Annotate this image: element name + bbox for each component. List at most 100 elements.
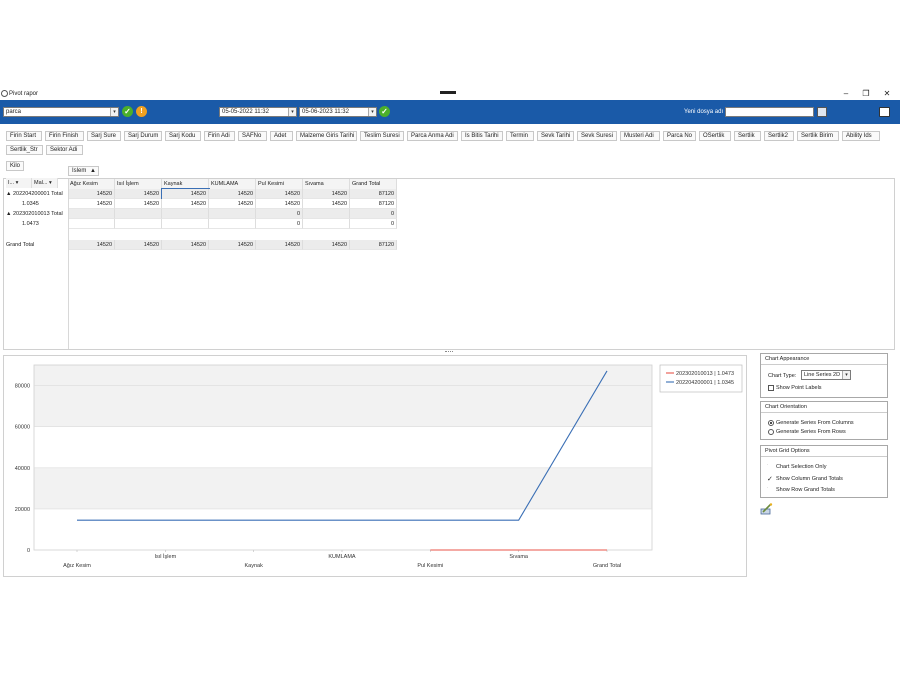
filter-field-chip[interactable]: Sarj Kodu — [165, 131, 201, 141]
column-header[interactable]: Sıvama — [303, 179, 350, 189]
warning-icon[interactable]: ! — [136, 106, 147, 117]
filter-field-chip[interactable]: OSertlik — [699, 131, 731, 141]
apply-check-icon[interactable]: ✓ — [122, 106, 133, 117]
table-cell[interactable]: 0 — [350, 219, 397, 229]
filter-field-chip[interactable]: SAFNo — [238, 131, 267, 141]
filter-field-chip[interactable]: Firin Finish — [45, 131, 84, 141]
selection-only-checkbox[interactable]: ˙ — [767, 464, 769, 470]
column-header[interactable]: Pul Kesimi — [256, 179, 303, 189]
table-cell[interactable]: 0 — [350, 209, 397, 219]
table-cell[interactable]: 14520 — [209, 189, 256, 199]
restore-button[interactable]: ❐ — [860, 89, 872, 99]
date-apply-check-icon[interactable]: ✓ — [379, 106, 390, 117]
filter-field-chip[interactable]: Ability Ids — [842, 131, 880, 141]
table-cell[interactable]: 14520 — [209, 240, 256, 250]
row-field-header[interactable]: Mal... ▾ — [32, 178, 58, 188]
printer-icon[interactable] — [879, 107, 890, 117]
table-cell[interactable] — [303, 219, 350, 229]
filter-field-chip[interactable]: Termin — [506, 131, 534, 141]
from-rows-radio[interactable] — [768, 429, 774, 435]
chevron-down-icon[interactable]: ▾ — [288, 108, 296, 116]
show-point-labels-checkbox[interactable] — [768, 385, 774, 391]
table-cell[interactable]: 14520 — [115, 240, 162, 250]
table-cell[interactable]: 14520 — [115, 199, 162, 209]
table-cell[interactable]: 0 — [256, 219, 303, 229]
row-header[interactable]: ▲ 202302010013 Total — [6, 209, 68, 219]
filter-field-chip[interactable]: Parca Anma Adi — [407, 131, 458, 141]
column-header[interactable]: Kaynak — [162, 179, 209, 189]
filter-field-chip[interactable]: Adet — [270, 131, 293, 141]
row-header[interactable]: Grand Total — [6, 240, 68, 250]
chart-type-select[interactable]: Line Series 2D ▾ — [801, 370, 851, 380]
table-cell[interactable] — [209, 209, 256, 219]
table-cell[interactable] — [115, 209, 162, 219]
table-cell[interactable]: 14520 — [256, 199, 303, 209]
main-combo[interactable]: parca ▾ — [3, 107, 119, 117]
table-cell[interactable] — [209, 219, 256, 229]
column-field-label: Islem — [72, 168, 87, 174]
filter-field-chip[interactable]: Sertlik — [734, 131, 761, 141]
filter-field-chip[interactable]: Is Bitis Tarihi — [461, 131, 503, 141]
window-drag-handle[interactable] — [440, 91, 456, 94]
date-to-picker[interactable]: 05-06-2023 11:32 ▾ — [299, 107, 377, 117]
filter-field-chip[interactable]: Sevk Tarihi — [537, 131, 574, 141]
chevron-down-icon[interactable]: ▾ — [110, 108, 118, 116]
filter-field-chip[interactable]: Sertlik Birim — [797, 131, 839, 141]
from-columns-radio[interactable] — [768, 420, 774, 426]
data-field-kilo[interactable]: Kilo — [6, 161, 25, 171]
table-cell[interactable] — [162, 209, 209, 219]
table-cell[interactable]: 87120 — [350, 199, 397, 209]
filter-field-chip[interactable]: Parca No — [663, 131, 696, 141]
check-icon[interactable]: ✓ — [767, 475, 773, 483]
table-cell[interactable] — [303, 209, 350, 219]
filter-field-chip[interactable]: Firin Adi — [204, 131, 235, 141]
table-cell[interactable]: 14520 — [115, 189, 162, 199]
minimize-button[interactable]: – — [840, 89, 852, 99]
table-cell[interactable]: 14520 — [209, 199, 256, 209]
column-field-islem[interactable]: Islem ▲ — [68, 166, 99, 176]
table-cell[interactable]: 0 — [256, 209, 303, 219]
filter-field-chip[interactable]: Teslim Suresi — [360, 131, 404, 141]
row-field-header[interactable]: I... ▾ — [6, 178, 32, 188]
filter-field-chip[interactable]: Malzeme Giris Tarihi — [296, 131, 357, 141]
chevron-down-icon[interactable]: ▾ — [842, 371, 850, 379]
table-cell[interactable]: 14520 — [68, 240, 115, 250]
filter-field-chip[interactable]: Sertlik2 — [764, 131, 794, 141]
chart-wizard-icon[interactable] — [760, 503, 773, 515]
date-from-picker[interactable]: 05-05-2022 11:32 ▾ — [219, 107, 297, 117]
table-cell[interactable]: 87120 — [350, 240, 397, 250]
table-cell[interactable] — [115, 219, 162, 229]
table-cell[interactable]: 14520 — [256, 189, 303, 199]
table-cell[interactable]: 14520 — [162, 199, 209, 209]
table-cell[interactable] — [68, 209, 115, 219]
filter-field-chip[interactable]: Firin Start — [6, 131, 42, 141]
table-cell[interactable]: 14520 — [303, 240, 350, 250]
filter-field-chip[interactable]: Sektor Adi — [46, 145, 83, 155]
table-cell[interactable]: 14520 — [68, 199, 115, 209]
column-header[interactable]: KUMLAMA — [209, 179, 256, 189]
splitter-handle[interactable] — [445, 351, 453, 353]
table-cell[interactable]: 14520 — [256, 240, 303, 250]
chevron-down-icon[interactable]: ▾ — [368, 108, 376, 116]
filter-field-chip[interactable]: Sertlik_Str — [6, 145, 43, 155]
table-cell[interactable]: 14520 — [162, 240, 209, 250]
table-cell[interactable]: 14520 — [161, 188, 210, 200]
filter-field-chip[interactable]: Sarj Sure — [87, 131, 121, 141]
table-cell[interactable]: 14520 — [68, 189, 115, 199]
row-header[interactable]: ▲ 202204200001 Total — [6, 189, 68, 199]
table-cell[interactable] — [162, 219, 209, 229]
filter-field-chip[interactable]: Sarj Durum — [124, 131, 162, 141]
column-header[interactable]: Isıl İşlem — [115, 179, 162, 189]
filter-field-chip[interactable]: Sevk Suresi — [577, 131, 617, 141]
new-file-input[interactable] — [725, 107, 814, 117]
column-header[interactable]: Ağız Kesim — [68, 179, 115, 189]
table-cell[interactable]: 14520 — [303, 189, 350, 199]
table-cell[interactable] — [68, 219, 115, 229]
close-button[interactable]: ✕ — [881, 89, 893, 99]
column-header[interactable]: Grand Total — [350, 179, 397, 189]
table-cell[interactable]: 14520 — [303, 199, 350, 209]
save-icon[interactable] — [817, 107, 827, 117]
row-grand-totals-checkbox[interactable]: ˙ — [767, 487, 769, 493]
table-cell[interactable]: 87120 — [350, 189, 397, 199]
filter-field-chip[interactable]: Musteri Adi — [620, 131, 660, 141]
